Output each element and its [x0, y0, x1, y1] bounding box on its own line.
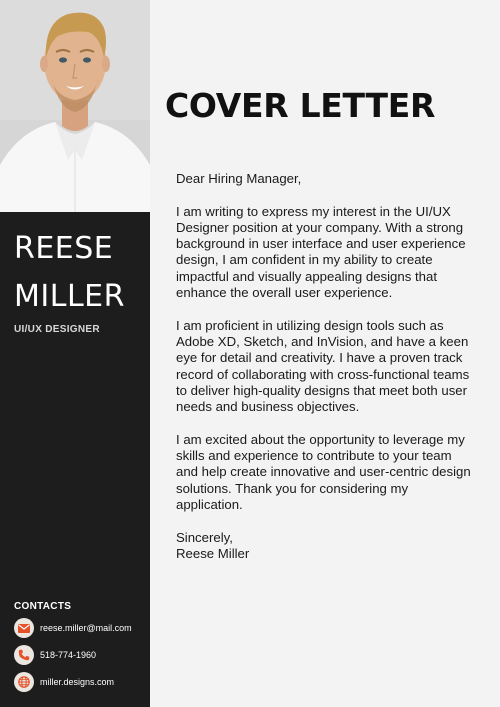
page-title: COVER LETTER [165, 86, 436, 125]
website-text[interactable]: miller.designs.com [40, 677, 114, 687]
letter-body: COVER LETTER Dear Hiring Manager, I am w… [150, 0, 500, 707]
greeting: Dear Hiring Manager, [176, 171, 302, 186]
contact-phone: 518-774-1960 [14, 645, 96, 665]
sidebar: REESE MILLER UI/UX DESIGNER CONTACTS ree… [0, 0, 150, 707]
last-name: MILLER [14, 279, 125, 314]
email-text[interactable]: reese.miller@mail.com [40, 623, 132, 633]
globe-icon [14, 672, 34, 692]
closing-text: Sincerely, [176, 529, 233, 545]
candidate-name: REESE MILLER [14, 225, 125, 321]
paragraph-closing: I am excited about the opportunity to le… [176, 431, 471, 512]
contacts-heading: CONTACTS [14, 601, 72, 612]
letter-content: Dear Hiring Manager, I am writing to exp… [176, 171, 476, 562]
envelope-icon [14, 618, 34, 638]
job-title: UI/UX DESIGNER [14, 324, 100, 335]
phone-text[interactable]: 518-774-1960 [40, 650, 96, 660]
paragraph-intro: I am writing to express my interest in t… [176, 203, 466, 301]
phone-icon [14, 645, 34, 665]
paragraph-skills: I am proficient in utilizing design tool… [176, 317, 470, 415]
contact-email: reese.miller@mail.com [14, 618, 132, 638]
profile-photo [0, 0, 150, 212]
contact-website: miller.designs.com [14, 672, 114, 692]
signature: Reese Miller [176, 545, 250, 561]
signoff: Sincerely, Reese Miller [176, 530, 476, 563]
first-name: REESE [14, 231, 114, 266]
